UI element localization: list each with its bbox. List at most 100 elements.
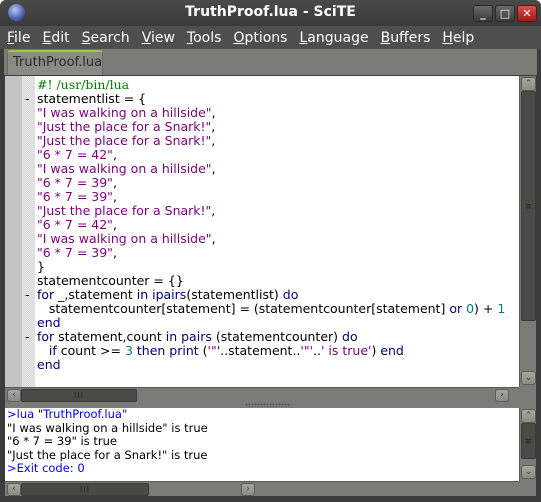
output-vertical-scroll-thumb[interactable]: ≡ — [521, 423, 536, 459]
output-vertical-scrollbar[interactable]: ⌃ ≡ ⌄ — [519, 408, 536, 481]
code-text: statementlist = { — [37, 92, 146, 106]
tab-truthproof-lua[interactable]: TruthProof.lua — [7, 50, 103, 75]
token-def: (statementlist) — [186, 287, 283, 302]
scroll-up-arrow-icon[interactable]: ⌃ — [521, 77, 536, 91]
fold-toggle-icon[interactable]: - — [25, 330, 35, 344]
output-line: >Exit code: 0 — [7, 461, 85, 475]
title-bar[interactable]: TruthProof.lua - SciTE _ □ ✕ — [0, 0, 541, 26]
code-text: "Just the place for a Snark!", — [37, 120, 215, 134]
code-line[interactable]: statementcounter[statement] = (statement… — [25, 302, 519, 316]
minimize-button[interactable]: _ — [473, 5, 493, 22]
menu-bar: File Edit Search View Tools Options Language Bu… — [0, 26, 541, 49]
token-str: "I was walking on a hillside" — [37, 161, 212, 176]
line-margin[interactable] — [5, 76, 22, 387]
output-line: "Just the place for a Snark!" is true — [7, 447, 208, 462]
code-line[interactable]: "Just the place for a Snark!", — [25, 204, 519, 218]
code-line[interactable]: "6 * 7 = 39", — [25, 246, 519, 260]
token-def: , — [112, 245, 117, 260]
output-line: >lua "TruthProof.lua" — [7, 408, 128, 421]
code-line[interactable]: "Just the place for a Snark!", — [25, 134, 519, 148]
menu-language[interactable]: Language — [299, 30, 368, 46]
menu-edit[interactable]: Edit — [42, 30, 69, 46]
token-kw: end — [37, 315, 61, 330]
editor-horizontal-scrollbar[interactable]: ‹ III › — [5, 387, 519, 402]
code-line[interactable]: "6 * 7 = 39", — [25, 190, 519, 204]
token-def: _,statement — [54, 287, 137, 302]
token-def: statementcounter = {} — [37, 273, 184, 288]
editor-vertical-scrollbar[interactable]: ⌃ ≡ ⌄ — [519, 76, 536, 387]
token-kw: if — [48, 343, 57, 358]
token-kw: then — [136, 343, 166, 358]
tab-bar: TruthProof.lua — [4, 49, 537, 75]
token-str: "Just the place for a Snark!" — [37, 203, 212, 218]
token-str: '"' — [300, 343, 314, 358]
token-str: "Just the place for a Snark!" — [37, 119, 212, 134]
menu-tools[interactable]: Tools — [187, 30, 222, 46]
menu-buffers[interactable]: Buffers — [381, 30, 431, 46]
code-line[interactable]: end — [25, 316, 519, 330]
scroll-left-arrow-icon[interactable]: ‹ — [7, 389, 21, 402]
code-area[interactable]: #! /usr/bin/lua - statementlist = {"I was … — [25, 78, 519, 372]
code-line[interactable]: #! /usr/bin/lua — [25, 78, 519, 92]
code-line[interactable]: "6 * 7 = 42", — [25, 148, 519, 162]
code-line[interactable]: "I was walking on a hillside", — [25, 162, 519, 176]
scrollbar-corner — [519, 481, 536, 496]
output-scroll-left-arrow-icon[interactable]: ‹ — [7, 483, 21, 496]
close-button[interactable]: ✕ — [517, 5, 537, 22]
output-horizontal-scroll-thumb[interactable]: III — [21, 483, 149, 496]
token-kw: for — [37, 287, 55, 302]
token-kw: do — [282, 287, 299, 302]
token-str: "6 * 7 = 42" — [37, 217, 113, 232]
editor-horizontal-scroll-thumb[interactable]: III — [21, 389, 137, 402]
code-line[interactable]: "6 * 7 = 42", — [25, 218, 519, 232]
output-scroll-down-arrow-icon[interactable]: ⌄ — [521, 465, 536, 479]
code-editor[interactable]: #! /usr/bin/lua - statementlist = {"I was … — [5, 76, 519, 387]
output-pane[interactable]: >lua "TruthProof.lua" "I was walking on a… — [5, 408, 519, 481]
scroll-right-arrow-icon[interactable]: › — [495, 389, 509, 402]
code-line[interactable]: "Just the place for a Snark!", — [25, 120, 519, 134]
code-line[interactable]: if count >= 3 then print ('"'..statement… — [25, 344, 519, 358]
menu-help[interactable]: Help — [442, 30, 474, 46]
token-num: 3 — [124, 343, 133, 358]
code-text: for statement,count in pairs (statementc… — [37, 330, 358, 344]
code-line[interactable]: statementcounter = {} — [25, 274, 519, 288]
fold-toggle-icon[interactable]: - — [25, 288, 35, 302]
token-kw: ipairs — [152, 287, 187, 302]
menu-search[interactable]: Search — [82, 30, 130, 46]
token-def: ) + — [474, 301, 498, 316]
code-line[interactable]: - for statement,count in pairs (statement… — [25, 330, 519, 344]
token-str: '"' — [207, 343, 221, 358]
splitter-grip-icon[interactable] — [245, 403, 291, 407]
token-def: statement,count — [54, 329, 166, 344]
token-def: , — [211, 119, 216, 134]
token-kw: print — [169, 343, 199, 358]
code-line[interactable]: "6 * 7 = 39", — [25, 176, 519, 190]
scroll-down-arrow-icon[interactable]: ⌄ — [521, 371, 536, 385]
output-horizontal-scrollbar[interactable]: ‹ III › — [5, 481, 519, 496]
fold-toggle-icon[interactable]: - — [25, 92, 35, 106]
output-scroll-up-arrow-icon[interactable]: ⌃ — [521, 409, 536, 423]
code-text: "6 * 7 = 39", — [37, 246, 117, 260]
menu-view[interactable]: View — [142, 30, 175, 46]
output-scroll-right-arrow-icon[interactable]: › — [241, 483, 255, 496]
output-text[interactable]: >lua "TruthProof.lua" "I was walking on a… — [7, 408, 208, 476]
token-str: "6 * 7 = 42" — [37, 147, 113, 162]
code-text: "6 * 7 = 39", — [37, 190, 117, 204]
maximize-button[interactable]: □ — [495, 5, 515, 22]
token-num: 1 — [497, 301, 506, 316]
token-str: "Just the place for a Snark!" — [37, 133, 212, 148]
code-line[interactable]: end — [25, 358, 519, 372]
code-line[interactable]: "I was walking on a hillside", — [25, 232, 519, 246]
code-line[interactable]: - statementlist = { — [25, 92, 519, 106]
editor-vertical-scroll-thumb[interactable]: ≡ — [521, 91, 536, 321]
token-kw: end — [37, 357, 61, 372]
code-line[interactable]: - for _,statement in ipairs(statementlist… — [25, 288, 519, 302]
code-line[interactable]: } — [25, 260, 519, 274]
token-def: count >= — [56, 343, 125, 358]
menu-options[interactable]: Options — [233, 30, 287, 46]
token-kw: do — [342, 329, 358, 344]
token-str: "6 * 7 = 39" — [37, 245, 113, 260]
token-str: "I was walking on a hillside" — [37, 105, 212, 120]
code-line[interactable]: "I was walking on a hillside", — [25, 106, 519, 120]
menu-file[interactable]: File — [7, 30, 30, 46]
